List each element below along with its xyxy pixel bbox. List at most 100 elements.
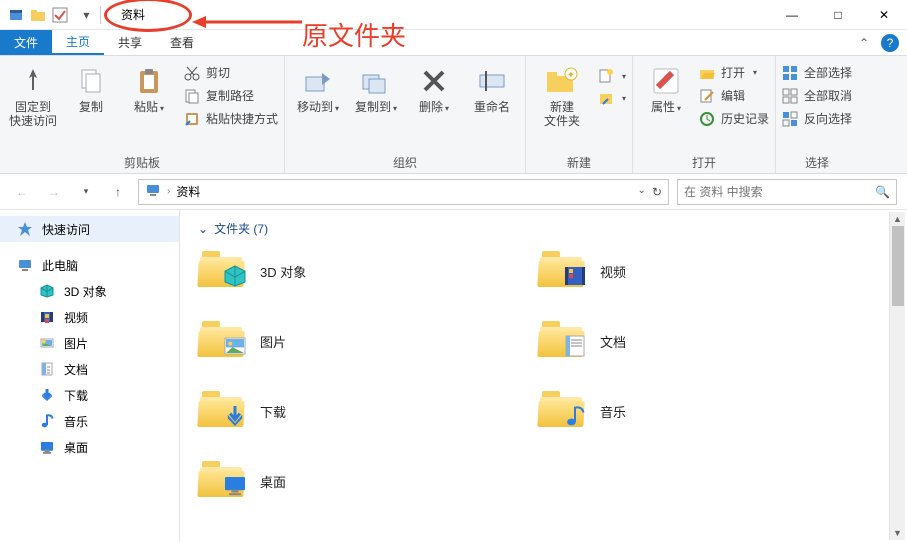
ribbon-tabs: 文件 主页 共享 查看 ⌃ ? bbox=[0, 30, 907, 56]
folder-item[interactable]: 桌面 bbox=[198, 457, 498, 505]
video-icon bbox=[562, 263, 588, 289]
pc-icon bbox=[16, 256, 34, 274]
delete-button[interactable]: 删除▾ bbox=[407, 60, 461, 116]
sidebar-item-label: 文档 bbox=[64, 361, 88, 378]
folder-item[interactable]: 文档 bbox=[538, 317, 838, 365]
quickaccess-folder-icon[interactable] bbox=[30, 7, 46, 23]
folder-item[interactable]: 图片 bbox=[198, 317, 498, 365]
search-icon[interactable]: 🔍 bbox=[875, 185, 890, 199]
open-button[interactable]: 打开▾ bbox=[699, 64, 769, 81]
folder-icon bbox=[198, 247, 246, 295]
sidebar-item-music[interactable]: 音乐 bbox=[0, 408, 179, 434]
cube-icon bbox=[222, 263, 248, 289]
group-open-label: 打开 bbox=[639, 150, 769, 171]
folder-name: 视频 bbox=[600, 262, 626, 281]
rename-button[interactable]: 重命名 bbox=[465, 60, 519, 114]
newfolder-button[interactable]: ✦ 新建 文件夹 bbox=[532, 60, 592, 128]
address-bar[interactable]: › ⌄ ↻ bbox=[138, 179, 669, 205]
folder-name: 图片 bbox=[260, 332, 286, 351]
scroll-thumb[interactable] bbox=[892, 226, 904, 306]
group-select: 全部选择 全部取消 反向选择 选择 bbox=[776, 56, 858, 173]
selectall-button[interactable]: 全部选择 bbox=[782, 64, 852, 81]
folder-item[interactable]: 3D 对象 bbox=[198, 247, 498, 295]
folder-name: 下载 bbox=[260, 402, 286, 421]
sidebar-thispc[interactable]: 此电脑 bbox=[0, 252, 179, 278]
paste-button[interactable]: 粘贴▾ bbox=[122, 60, 176, 116]
selectnone-button[interactable]: 全部取消 bbox=[782, 87, 852, 104]
newitem-button[interactable]: ▾ bbox=[598, 68, 626, 84]
scrollbar[interactable]: ▲ ▼ bbox=[889, 212, 905, 540]
copypath-button[interactable]: 复制路径 bbox=[184, 87, 278, 104]
sidebar-item-download[interactable]: 下载 bbox=[0, 382, 179, 408]
invert-button[interactable]: 反向选择 bbox=[782, 110, 852, 127]
close-button[interactable]: ✕ bbox=[861, 0, 907, 29]
sidebar-item-cube[interactable]: 3D 对象 bbox=[0, 278, 179, 304]
folder-item[interactable]: 音乐 bbox=[538, 387, 838, 435]
ribbon-collapse-icon[interactable]: ⌃ bbox=[859, 36, 869, 50]
nav-recent-button[interactable]: ▾ bbox=[74, 180, 98, 204]
sidebar-item-image[interactable]: 图片 bbox=[0, 330, 179, 356]
ribbon: 固定到 快速访问 复制 粘贴▾ 剪切 复制路径 粘贴快捷方式 剪贴板 移动到▾ bbox=[0, 56, 907, 174]
group-clipboard: 固定到 快速访问 复制 粘贴▾ 剪切 复制路径 粘贴快捷方式 剪贴板 bbox=[0, 56, 285, 173]
scroll-up-icon[interactable]: ▲ bbox=[890, 212, 905, 226]
properties-button[interactable]: 属性▾ bbox=[639, 60, 693, 116]
desktop-icon bbox=[38, 438, 56, 456]
nav-forward-button[interactable]: → bbox=[42, 180, 66, 204]
history-button[interactable]: 历史记录 bbox=[699, 110, 769, 127]
nav-up-button[interactable]: ↑ bbox=[106, 180, 130, 204]
copyto-button[interactable]: 复制到▾ bbox=[349, 60, 403, 116]
sidebar-item-label: 图片 bbox=[64, 335, 88, 352]
sidebar-item-desktop[interactable]: 桌面 bbox=[0, 434, 179, 460]
help-icon[interactable]: ? bbox=[881, 34, 899, 52]
pc-icon bbox=[145, 182, 161, 201]
music-icon bbox=[38, 412, 56, 430]
search-input[interactable] bbox=[684, 185, 875, 199]
refresh-icon[interactable]: ↻ bbox=[652, 185, 662, 199]
search-box[interactable]: 🔍 bbox=[677, 179, 897, 205]
sidebar-item-doc[interactable]: 文档 bbox=[0, 356, 179, 382]
folder-name: 桌面 bbox=[260, 472, 286, 491]
download-icon bbox=[38, 386, 56, 404]
tab-home[interactable]: 主页 bbox=[52, 30, 104, 55]
star-icon bbox=[16, 220, 34, 238]
easyaccess-button[interactable]: ▾ bbox=[598, 90, 626, 106]
nav-back-button[interactable]: ← bbox=[10, 180, 34, 204]
quickaccess-check-icon[interactable] bbox=[52, 7, 68, 23]
image-icon bbox=[222, 333, 248, 359]
group-organize-label: 组织 bbox=[291, 150, 519, 171]
moveto-button[interactable]: 移动到▾ bbox=[291, 60, 345, 116]
maximize-button[interactable]: □ bbox=[815, 0, 861, 29]
folder-item[interactable]: 下载 bbox=[198, 387, 498, 435]
address-dropdown-icon[interactable]: ⌄ bbox=[638, 185, 646, 199]
tab-share[interactable]: 共享 bbox=[104, 30, 156, 55]
folder-icon bbox=[538, 387, 586, 435]
sidebar: 快速访问 此电脑 3D 对象视频图片文档下载音乐桌面 bbox=[0, 210, 180, 542]
sidebar-item-video[interactable]: 视频 bbox=[0, 304, 179, 330]
pin-quickaccess-button[interactable]: 固定到 快速访问 bbox=[6, 60, 60, 128]
tab-file[interactable]: 文件 bbox=[0, 30, 52, 55]
group-new: ✦ 新建 文件夹 ▾ ▾ 新建 bbox=[526, 56, 633, 173]
download-icon bbox=[222, 403, 248, 429]
window-title: 资料 bbox=[121, 6, 145, 23]
desktop-icon bbox=[222, 473, 248, 499]
scroll-down-icon[interactable]: ▼ bbox=[890, 526, 905, 540]
copy-button[interactable]: 复制 bbox=[64, 60, 118, 114]
folder-icon bbox=[198, 387, 246, 435]
edit-button[interactable]: 编辑 bbox=[699, 87, 769, 104]
section-header[interactable]: ⌄ 文件夹 (7) bbox=[198, 220, 889, 237]
sidebar-item-label: 视频 bbox=[64, 309, 88, 326]
music-icon bbox=[562, 403, 588, 429]
address-input[interactable] bbox=[176, 185, 631, 199]
quickaccess-overflow-icon[interactable]: ⠀▾ bbox=[74, 7, 90, 23]
folder-icon bbox=[198, 317, 246, 365]
minimize-button[interactable]: — bbox=[769, 0, 815, 29]
folder-item[interactable]: 视频 bbox=[538, 247, 838, 295]
tab-view[interactable]: 查看 bbox=[156, 30, 208, 55]
folder-icon bbox=[538, 247, 586, 295]
sidebar-quickaccess[interactable]: 快速访问 bbox=[0, 216, 179, 242]
paste-shortcut-button[interactable]: 粘贴快捷方式 bbox=[184, 110, 278, 127]
folder-icon bbox=[198, 457, 246, 505]
cut-button[interactable]: 剪切 bbox=[184, 64, 278, 81]
navbar: ← → ▾ ↑ › ⌄ ↻ 🔍 bbox=[0, 174, 907, 210]
image-icon bbox=[38, 334, 56, 352]
